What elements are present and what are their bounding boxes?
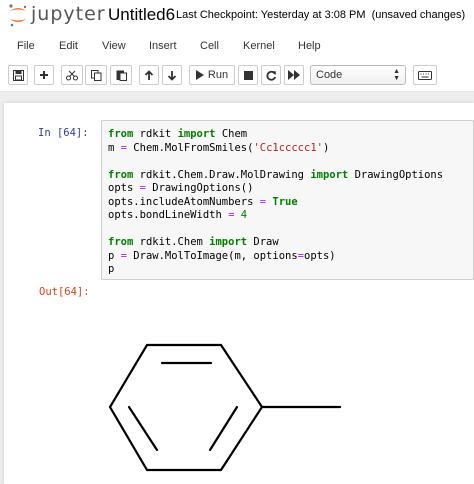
code-line: opts.includeAtomNumbers = True (108, 196, 443, 210)
code-token: opts.bondLineWidth (108, 209, 229, 221)
code-token: Draw (247, 236, 279, 248)
cut-button[interactable] (61, 65, 83, 85)
code-line: from rdkit import Chem (108, 128, 443, 142)
code-line: from rdkit.Chem import Draw (108, 236, 443, 250)
keyboard-icon (418, 70, 432, 80)
arrow-up-icon (144, 69, 154, 80)
code-token: from (108, 168, 134, 181)
code-token: Draw.MolToImage(m, options (126, 249, 298, 262)
restart-kernel-button[interactable] (261, 65, 281, 85)
code-editor[interactable]: from rdkit import Chem m = Chem.MolFromSm… (108, 128, 443, 277)
code-token: rdkit (133, 128, 178, 140)
code-token: Chem.MolFromSmiles( (126, 141, 254, 154)
select-arrows-icon: ▲ ▼ (393, 68, 400, 82)
output-prompt: Out[64]: (39, 286, 90, 298)
notebook-header: jupyter Untitled6 Last Checkpoint: Yeste… (0, 0, 474, 34)
command-palette-button[interactable] (413, 65, 437, 85)
notebook-title[interactable]: Untitled6 (108, 5, 175, 25)
menu-cell[interactable]: Cell (200, 40, 219, 52)
menu-edit[interactable]: Edit (59, 40, 78, 52)
code-line: from rdkit.Chem.Draw.MolDrawing import D… (108, 169, 443, 183)
code-line: p = Draw.MolToImage(m, options=opts) (108, 250, 443, 264)
code-cell-input[interactable]: from rdkit import Chem m = Chem.MolFromSm… (101, 120, 474, 280)
code-token: DrawingOptions() (145, 182, 254, 194)
run-button[interactable]: Run (189, 65, 235, 85)
checkpoint-status: Last Checkpoint: Yesterday at 3:08 PM (un… (176, 9, 465, 21)
code-token: True (272, 195, 298, 208)
plus-icon (40, 71, 48, 79)
paste-button[interactable] (110, 65, 132, 85)
move-down-button[interactable] (162, 65, 182, 85)
code-line: p (108, 263, 443, 277)
cell-type-value: Code (316, 69, 343, 81)
arrow-down-icon (167, 70, 177, 81)
code-token: rdkit.Chem (133, 236, 210, 248)
code-token: import (209, 236, 248, 248)
code-token: from (108, 128, 134, 140)
code-token: import (177, 128, 216, 140)
jupyter-logo-icon (9, 4, 27, 27)
code-token: m (108, 141, 121, 154)
menu-insert[interactable]: Insert (149, 40, 177, 52)
run-all-button[interactable] (284, 65, 304, 85)
insert-cell-button[interactable] (34, 65, 54, 85)
code-line: m = Chem.MolFromSmiles('Cc1ccccc1') (108, 142, 443, 156)
stop-icon (243, 70, 253, 80)
menubar: File Edit View Insert Cell Kernel Help (0, 34, 474, 60)
restart-icon (266, 70, 276, 81)
interrupt-button[interactable] (238, 65, 258, 85)
toolbar: Run Code ▲ ▼ (0, 60, 474, 92)
code-token: opts.includeAtomNumbers (108, 195, 260, 208)
play-icon (195, 70, 204, 80)
paste-icon (116, 70, 127, 81)
code-token: ) (322, 141, 330, 154)
copy-button[interactable] (85, 65, 107, 85)
save-icon (12, 69, 24, 81)
scissors-icon (66, 70, 78, 80)
menu-help[interactable]: Help (298, 40, 321, 52)
molecule-image (108, 343, 342, 472)
menu-kernel[interactable]: Kernel (243, 40, 275, 52)
jupyter-logo[interactable]: jupyter (7, 2, 105, 28)
menu-file[interactable]: File (17, 40, 35, 52)
code-line: opts.bondLineWidth = 4 (108, 209, 443, 223)
cell-type-select[interactable]: Code ▲ ▼ (310, 65, 406, 85)
code-token: 'Cc1ccccc1' (253, 141, 323, 154)
unsaved-indicator: (unsaved changes) (371, 9, 466, 21)
code-token: from (108, 236, 134, 248)
move-up-button[interactable] (139, 65, 159, 85)
code-token: 4 (240, 209, 248, 221)
code-line: opts = DrawingOptions() (108, 182, 443, 196)
code-token: opts) (304, 249, 336, 262)
logo-text: jupyter (31, 3, 106, 25)
checkpoint-text: Last Checkpoint: Yesterday at 3:08 PM (176, 9, 366, 21)
menu-view[interactable]: View (102, 40, 126, 52)
fast-forward-icon (288, 70, 300, 80)
code-token: DrawingOptions (348, 168, 444, 181)
save-button[interactable] (8, 65, 28, 85)
notebook-container: In [64]: from rdkit import Chem m = Chem.… (4, 103, 474, 484)
code-token: rdkit.Chem.Draw.MolDrawing (133, 168, 311, 181)
copy-icon (90, 69, 101, 81)
code-token: opts (108, 182, 140, 194)
input-prompt: In [64]: (38, 127, 89, 139)
run-button-label: Run (207, 69, 229, 81)
code-token: Chem (215, 128, 248, 140)
code-token: p (108, 263, 115, 275)
code-token: p (108, 249, 121, 262)
code-token: import (310, 168, 349, 181)
